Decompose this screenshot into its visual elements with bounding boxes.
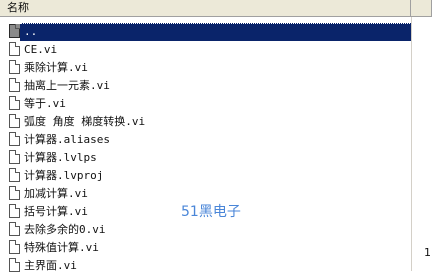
file-row[interactable]: 主界面.vi <box>0 257 432 275</box>
second-column-header[interactable] <box>412 0 432 16</box>
file-row[interactable]: 计算器.lvproj <box>0 167 432 185</box>
file-name: 等于.vi <box>24 97 66 110</box>
file-row[interactable]: 计算器.aliases <box>0 131 432 149</box>
file-name: 括号计算.vi <box>24 205 88 218</box>
file-icon <box>9 168 20 182</box>
file-icon <box>9 258 20 272</box>
file-row-parent[interactable]: .. <box>0 23 432 41</box>
file-icon <box>9 150 20 164</box>
selection-highlight <box>20 23 412 41</box>
file-name: 计算器.lvproj <box>24 169 104 182</box>
file-name: 抽离上一元素.vi <box>24 79 110 92</box>
file-name: CE.vi <box>24 43 58 56</box>
file-row[interactable]: 乘除计算.vi <box>0 59 432 77</box>
file-icon <box>9 24 20 38</box>
name-column-header[interactable]: 名称 <box>0 0 411 16</box>
second-column-value: 1 <box>424 246 431 259</box>
file-icon <box>9 186 20 200</box>
file-name: 去除多余的0.vi <box>24 223 106 236</box>
file-name: 乘除计算.vi <box>24 61 88 74</box>
file-list: .. CE.vi 乘除计算.vi 抽离上一元素.vi 等于.vi 弧度 角度 梯… <box>0 23 432 275</box>
column-divider <box>411 17 412 271</box>
file-row[interactable]: 特殊值计算.vi <box>0 239 432 257</box>
file-icon <box>9 78 20 92</box>
file-name: 主界面.vi <box>24 259 77 272</box>
file-name: 计算器.lvlps <box>24 151 97 164</box>
watermark: 51黑电子 <box>181 204 241 220</box>
file-row[interactable]: 计算器.lvlps <box>0 149 432 167</box>
column-header: 名称 <box>0 0 432 17</box>
file-icon <box>9 240 20 254</box>
file-name: 弧度 角度 梯度转换.vi <box>24 115 146 128</box>
file-row[interactable]: 弧度 角度 梯度转换.vi <box>0 113 432 131</box>
file-icon <box>9 204 20 218</box>
file-icon <box>9 132 20 146</box>
file-name: 特殊值计算.vi <box>24 241 99 254</box>
file-row[interactable]: 等于.vi <box>0 95 432 113</box>
file-row[interactable]: CE.vi <box>0 41 432 59</box>
file-row[interactable]: 抽离上一元素.vi <box>0 77 432 95</box>
file-icon <box>9 114 20 128</box>
file-icon <box>9 60 20 74</box>
file-name: .. <box>24 25 38 38</box>
file-name: 加减计算.vi <box>24 187 88 200</box>
file-icon <box>9 96 20 110</box>
file-icon <box>9 222 20 236</box>
file-row[interactable]: 去除多余的0.vi <box>0 221 432 239</box>
file-icon <box>9 42 20 56</box>
file-name: 计算器.aliases <box>24 133 110 146</box>
